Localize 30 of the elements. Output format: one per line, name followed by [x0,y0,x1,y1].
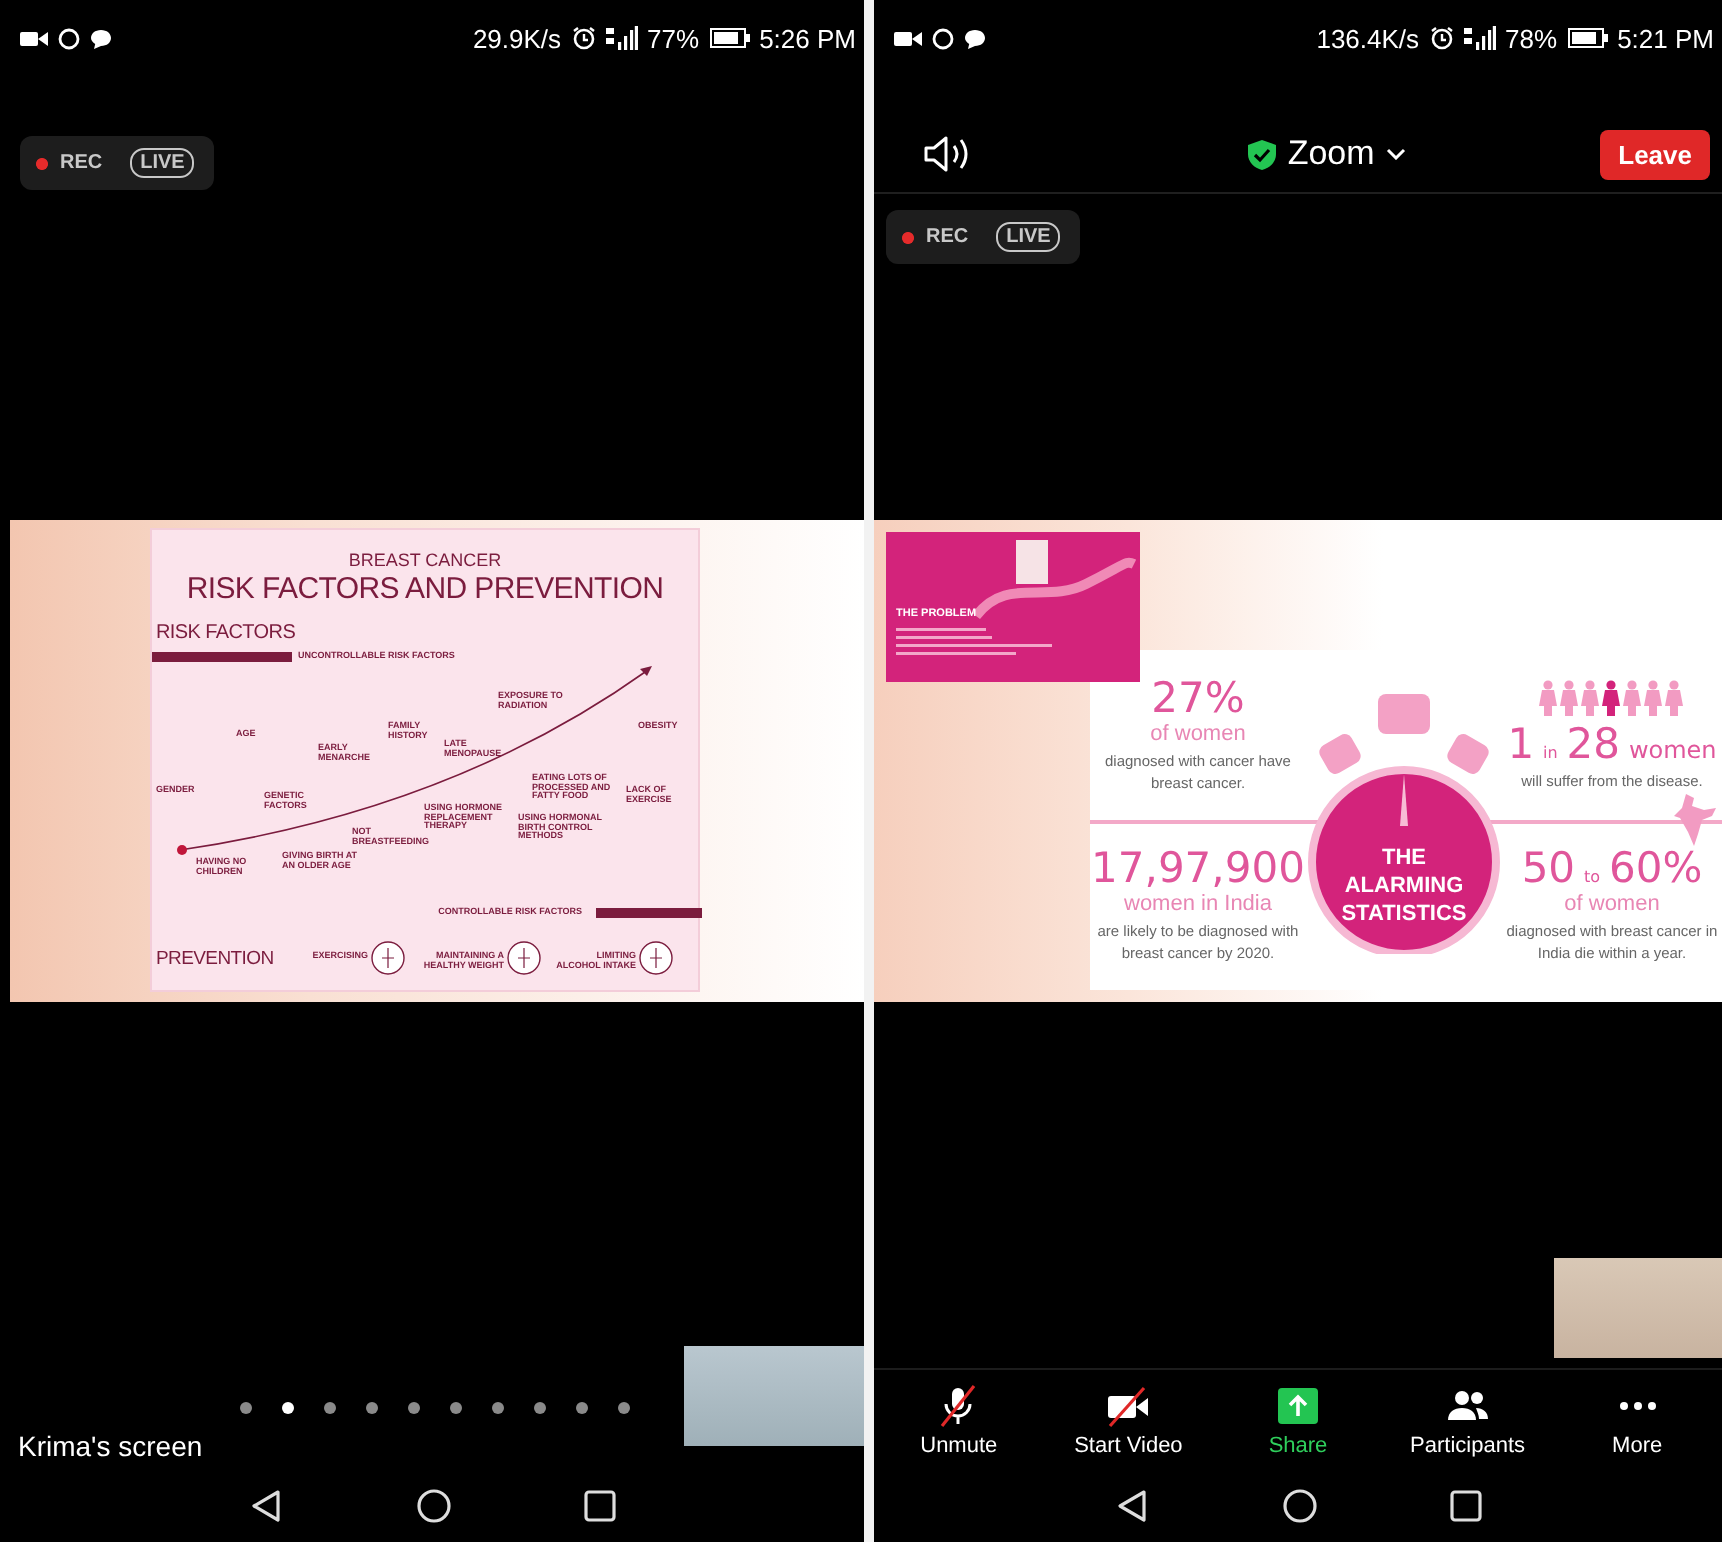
statistic-figure: 17,97,900 [1091,848,1305,891]
unmute-button[interactable]: Unmute [874,1370,1044,1470]
statistic-figure: 27% [1151,678,1245,721]
live-badge: LIVE [996,222,1061,252]
live-badge: LIVE [130,148,195,178]
statistic-unit: of women [1150,722,1246,747]
rec-label: REC [926,226,969,248]
battery-percent: 78% [1505,23,1558,53]
infographic-title: BREAST CANCER [346,550,504,570]
clock-time: 5:26 PM [759,23,856,53]
network-speed: 136.4K/s [1316,23,1420,53]
leave-button[interactable]: Leave [1600,129,1710,179]
statistic-unit: of women [1564,892,1660,917]
start-video-button[interactable]: Start Video [1043,1370,1214,1470]
battery-percent: 77% [647,23,700,53]
rec-label: REC [60,152,103,174]
participants-button[interactable]: Participants [1382,1370,1553,1470]
network-speed: 29.9K/s [472,23,562,53]
section-heading: RISK FACTORS [156,622,296,644]
infographic-heading: RISK FACTORS AND PREVENTION [184,572,666,606]
section-heading: PREVENTION [156,948,274,970]
clock-time: 5:21 PM [1617,23,1714,53]
statistic-unit: women in India [1124,892,1272,917]
statistic-figure: 50 to 60% [1521,848,1703,891]
screen-owner-label: Krima's screen [18,1430,205,1462]
more-button[interactable]: More [1552,1370,1722,1470]
meeting-title[interactable]: Zoom [1287,134,1375,174]
share-button[interactable]: Share [1213,1370,1383,1470]
statistic-figure: 1 in 28 women [1507,723,1717,766]
center-title: THE ALARMING STATISTICS [1339,846,1469,929]
